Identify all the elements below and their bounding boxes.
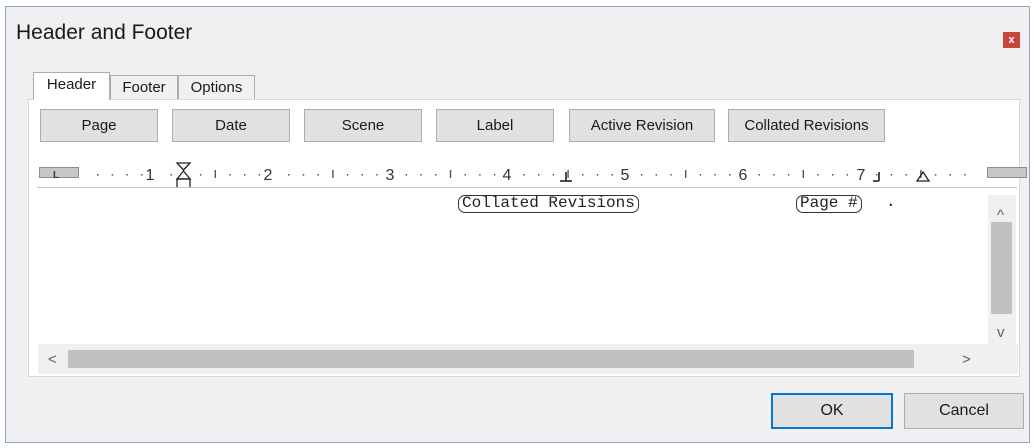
ruler-tick xyxy=(258,174,261,176)
ruler-tick xyxy=(699,174,702,176)
scroll-down-icon[interactable]: v xyxy=(997,325,1005,340)
ruler-tick xyxy=(361,174,363,176)
ruler-tick xyxy=(552,174,555,176)
ruler-tick xyxy=(523,174,525,176)
ruler-tick xyxy=(332,170,334,178)
tab-options[interactable]: Options xyxy=(178,75,255,99)
ruler-tick xyxy=(449,170,452,178)
ruler-tick xyxy=(949,174,951,176)
ruler-tick xyxy=(876,174,878,176)
tab-stop-icon: L xyxy=(53,170,59,181)
ruler-tick xyxy=(199,174,202,176)
ruler-tick xyxy=(890,174,893,176)
ruler-tick xyxy=(97,174,99,176)
ruler-tick xyxy=(817,174,819,176)
ruler-tick xyxy=(464,174,466,176)
ruler-tick xyxy=(317,174,319,176)
ruler-tick xyxy=(832,174,834,176)
ruler-tick xyxy=(346,174,349,176)
ruler-tick xyxy=(802,170,804,178)
ruler-tick xyxy=(141,174,143,176)
ruler-tick xyxy=(582,174,584,176)
ruler[interactable]: 1 2 3 4 5 6 7 L xyxy=(37,160,1027,188)
scroll-left-icon[interactable]: < xyxy=(48,352,57,367)
ruler-number: 1 xyxy=(146,167,155,184)
insert-collated-revisions-button[interactable]: Collated Revisions xyxy=(728,109,885,142)
ruler-tick xyxy=(376,174,378,176)
insert-date-button[interactable]: Date xyxy=(172,109,290,142)
horizontal-scroll-thumb[interactable] xyxy=(68,350,914,368)
ruler-scale: 1 2 3 4 5 6 7 L xyxy=(53,162,966,187)
ruler-number: 2 xyxy=(264,167,273,184)
ruler-tick xyxy=(214,170,216,178)
ruler-number: 6 xyxy=(739,167,748,184)
right-indent-icon[interactable] xyxy=(915,170,931,182)
ruler-tick xyxy=(479,174,481,176)
field-collated-revisions[interactable]: Collated Revisions xyxy=(458,195,639,213)
ruler-tick xyxy=(420,174,422,176)
ruler-tick xyxy=(170,174,172,176)
ruler-tick xyxy=(538,174,540,176)
insert-scene-button[interactable]: Scene xyxy=(304,109,422,142)
ruler-tick xyxy=(846,174,849,176)
ruler-tick xyxy=(493,174,496,176)
ruler-tick xyxy=(905,174,907,176)
insert-page-button[interactable]: Page xyxy=(40,109,158,142)
tab-footer[interactable]: Footer xyxy=(110,75,178,99)
ruler-number: 7 xyxy=(857,167,866,184)
ruler-tick xyxy=(934,174,937,176)
ruler-tick xyxy=(758,174,760,176)
insert-active-revision-button[interactable]: Active Revision xyxy=(569,109,715,142)
field-page-number[interactable]: Page # xyxy=(796,195,862,213)
ruler-tick xyxy=(670,174,672,176)
ruler-tick xyxy=(567,170,569,178)
ruler-tick xyxy=(435,174,437,176)
scroll-up-icon[interactable]: ^ xyxy=(997,208,1004,223)
ruler-number: 4 xyxy=(503,167,512,184)
insert-label-button[interactable]: Label xyxy=(436,109,554,142)
header-text-editor[interactable]: Collated Revisions Page # . xyxy=(38,192,988,344)
ruler-tick xyxy=(244,174,246,176)
ruler-tick xyxy=(288,174,290,176)
tab-header[interactable]: Header xyxy=(33,72,110,100)
indent-marker-icon[interactable] xyxy=(175,162,192,187)
ruler-tick xyxy=(640,174,643,176)
scroll-right-icon[interactable]: > xyxy=(962,352,971,367)
ruler-tick xyxy=(611,174,613,176)
ruler-tick xyxy=(111,174,114,176)
ruler-number: 3 xyxy=(386,167,395,184)
ruler-tick xyxy=(685,170,687,178)
ok-button[interactable]: OK xyxy=(771,393,893,429)
vertical-scroll-thumb[interactable] xyxy=(991,222,1012,314)
ruler-tick xyxy=(773,174,775,176)
close-button[interactable]: x xyxy=(1003,32,1020,48)
ruler-tick xyxy=(787,174,790,176)
ruler-tick xyxy=(655,174,657,176)
ruler-tick xyxy=(729,174,731,176)
dialog-title: Header and Footer xyxy=(16,21,193,44)
cancel-button[interactable]: Cancel xyxy=(904,393,1024,429)
ruler-tick xyxy=(596,174,599,176)
ruler-tick xyxy=(714,174,716,176)
ruler-tick xyxy=(126,174,128,176)
ruler-tick xyxy=(964,174,966,176)
ruler-tick xyxy=(405,174,408,176)
right-tab-marker-icon[interactable] xyxy=(873,172,880,182)
trailing-period: . xyxy=(886,193,896,211)
ruler-tick xyxy=(229,174,231,176)
ruler-number: 5 xyxy=(621,167,630,184)
tab-marker-icon[interactable] xyxy=(560,172,572,182)
ruler-tick xyxy=(302,174,305,176)
